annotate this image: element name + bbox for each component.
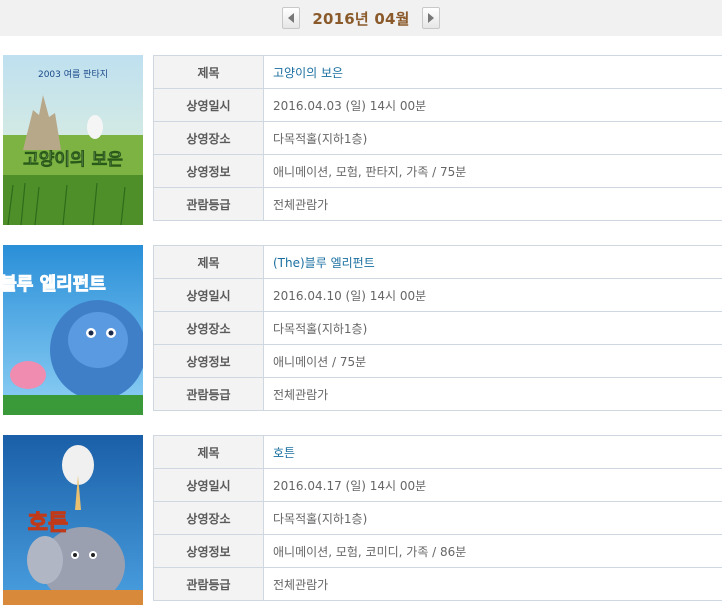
label-title: 제목 [154,246,264,278]
movie-venue: 다목적홀(지하1층) [273,321,368,336]
label-rating: 관람등급 [154,568,264,600]
label-info: 상영정보 [154,345,264,377]
label-rating: 관람등급 [154,378,264,410]
movie-poster[interactable]: 블루 엘리펀트 [3,245,143,415]
info-row-venue: 상영장소 다목적홀(지하1층) [154,122,722,155]
info-row-datetime: 상영일시 2016.04.17 (일) 14시 00분 [154,469,722,502]
movie-info-table: 제목 호튼 상영일시 2016.04.17 (일) 14시 00분 상영장소 다… [153,435,722,601]
movie-info: 애니메이션, 모험, 판타지, 가족 / 75분 [273,164,467,179]
movie-datetime: 2016.04.17 (일) 14시 00분 [273,478,427,493]
poster-tagline: 2003 여름 판타지 [38,68,108,80]
movie-info: 애니메이션, 모험, 코미디, 가족 / 86분 [273,544,467,559]
movie-info: 애니메이션 / 75분 [273,354,367,369]
month-navigation: 2016년 04월 [0,0,722,36]
movie-poster[interactable]: 호튼 [3,435,143,605]
next-month-button[interactable] [421,7,440,29]
poster-title: 블루 엘리펀트 [3,274,106,295]
current-month-label: 2016년 04월 [312,9,410,28]
info-row-rating: 관람등급 전체관람가 [154,378,722,411]
movie-title-link[interactable]: (The)블루 엘리펀트 [264,246,722,278]
info-row-info: 상영정보 애니메이션, 모험, 코미디, 가족 / 86분 [154,535,722,568]
info-row-title: 제목 호튼 [154,436,722,469]
movie-entry: 2003 여름 판타지 고양이의 보은 제목 고양이의 보은 상영일시 2016… [0,55,722,227]
prev-month-button[interactable] [282,7,301,29]
info-row-rating: 관람등급 전체관람가 [154,568,722,601]
info-row-title: 제목 고양이의 보은 [154,56,722,89]
label-venue: 상영장소 [154,312,264,344]
movie-entry: 블루 엘리펀트 제목 (The)블루 엘리펀트 상영일시 2016.04.10 … [0,245,722,417]
movie-info-table: 제목 고양이의 보은 상영일시 2016.04.03 (일) 14시 00분 상… [153,55,722,221]
info-row-datetime: 상영일시 2016.04.03 (일) 14시 00분 [154,89,722,122]
info-row-venue: 상영장소 다목적홀(지하1층) [154,312,722,345]
label-datetime: 상영일시 [154,469,264,501]
label-rating: 관람등급 [154,188,264,220]
chevron-right-icon [427,13,434,23]
label-title: 제목 [154,56,264,88]
movie-info-table: 제목 (The)블루 엘리펀트 상영일시 2016.04.10 (일) 14시 … [153,245,722,411]
info-row-rating: 관람등급 전체관람가 [154,188,722,221]
label-datetime: 상영일시 [154,279,264,311]
info-row-info: 상영정보 애니메이션, 모험, 판타지, 가족 / 75분 [154,155,722,188]
movie-venue: 다목적홀(지하1층) [273,131,368,146]
movie-datetime: 2016.04.10 (일) 14시 00분 [273,288,427,303]
info-row-title: 제목 (The)블루 엘리펀트 [154,246,722,279]
label-datetime: 상영일시 [154,89,264,121]
poster-image-horton: 호튼 [3,435,143,605]
movie-rating: 전체관람가 [273,387,329,402]
movie-title-link[interactable]: 호튼 [264,436,722,468]
label-info: 상영정보 [154,535,264,567]
label-info: 상영정보 [154,155,264,187]
info-row-datetime: 상영일시 2016.04.10 (일) 14시 00분 [154,279,722,312]
movie-datetime: 2016.04.03 (일) 14시 00분 [273,98,427,113]
poster-image-cat-returns: 2003 여름 판타지 고양이의 보은 [3,55,143,225]
poster-image-blue-elephant: 블루 엘리펀트 [3,245,143,415]
poster-title: 고양이의 보은 [23,150,123,170]
movie-rating: 전체관람가 [273,197,329,212]
movie-title-link[interactable]: 고양이의 보은 [264,56,722,88]
label-title: 제목 [154,436,264,468]
movie-rating: 전체관람가 [273,577,329,592]
chevron-left-icon [288,13,295,23]
label-venue: 상영장소 [154,502,264,534]
info-row-info: 상영정보 애니메이션 / 75분 [154,345,722,378]
label-venue: 상영장소 [154,122,264,154]
poster-title: 호튼 [28,511,68,536]
movie-poster[interactable]: 2003 여름 판타지 고양이의 보은 [3,55,143,225]
info-row-venue: 상영장소 다목적홀(지하1층) [154,502,722,535]
movie-entry: 호튼 제목 호튼 상영일시 2016.04.17 (일) 14시 00분 상영장… [0,435,722,607]
movie-venue: 다목적홀(지하1층) [273,511,368,526]
